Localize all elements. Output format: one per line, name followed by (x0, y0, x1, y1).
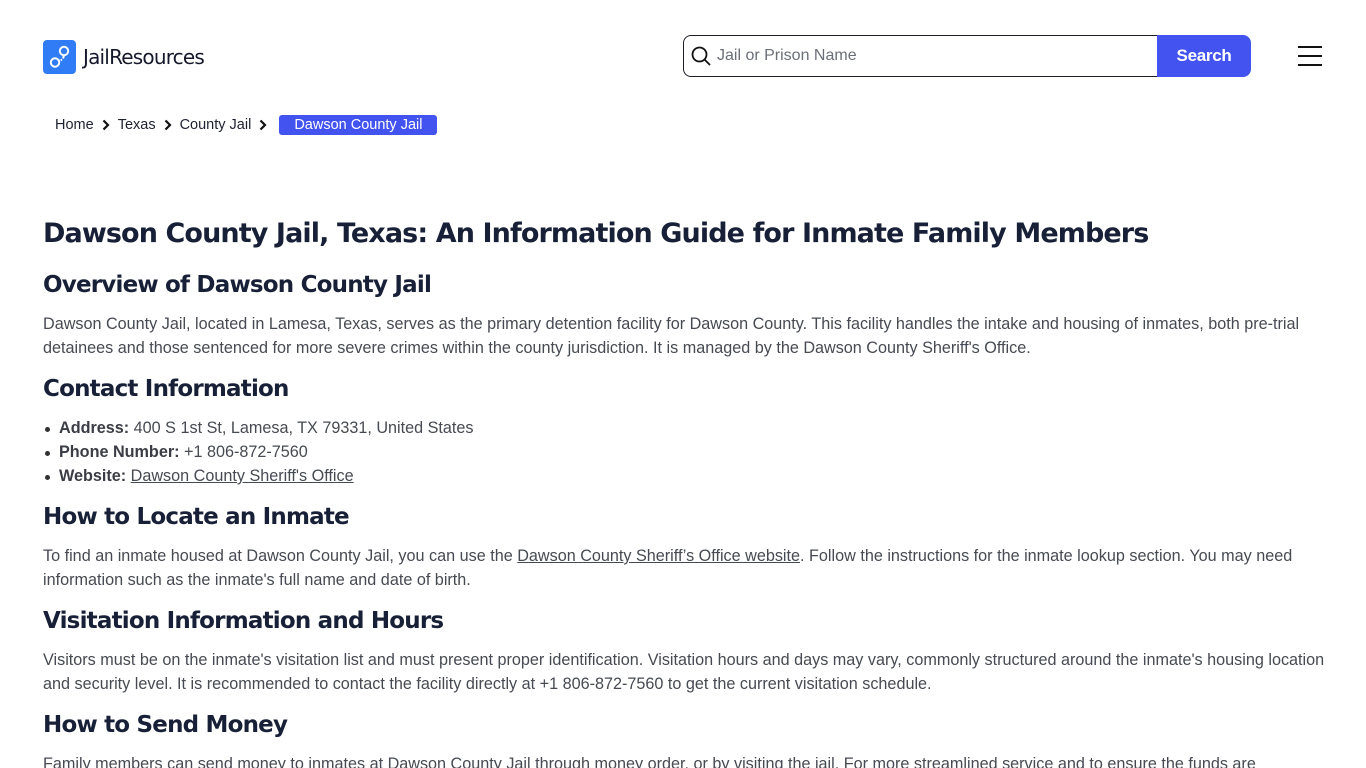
search-input[interactable] (717, 47, 1137, 65)
chevron-right-icon (259, 119, 267, 131)
search-icon (690, 45, 712, 67)
contact-heading: Contact Information (43, 376, 289, 402)
chevron-right-icon (164, 119, 172, 131)
contact-address: Address: 400 S 1st St, Lamesa, TX 79331,… (43, 416, 474, 440)
search-box (683, 35, 1157, 77)
site-logo[interactable]: JailResources (43, 40, 205, 74)
phone-label: Phone Number: (59, 443, 180, 461)
locate-text: To find an inmate housed at Dawson Count… (43, 544, 1328, 592)
contact-list: Address: 400 S 1st St, Lamesa, TX 79331,… (43, 416, 474, 488)
locate-text-before: To find an inmate housed at Dawson Count… (43, 547, 518, 565)
handcuffs-icon (43, 40, 76, 74)
contact-phone: Phone Number: +1 806-872-7560 (43, 440, 474, 464)
menu-line (1298, 55, 1322, 57)
breadcrumb: Home Texas County Jail Dawson County Jai… (55, 114, 438, 136)
phone-value: +1 806-872-7560 (184, 443, 308, 461)
search-form: Search (683, 35, 1251, 77)
contact-website: Website: Dawson County Sheriff's Office (43, 464, 474, 488)
menu-line (1298, 46, 1322, 48)
search-button[interactable]: Search (1157, 35, 1251, 77)
address-value: 400 S 1st St, Lamesa, TX 79331, United S… (133, 419, 474, 437)
breadcrumb-current: Dawson County Jail (279, 115, 438, 135)
locate-heading: How to Locate an Inmate (43, 504, 350, 530)
website-link[interactable]: Dawson County Sheriff's Office (131, 467, 354, 485)
breadcrumb-texas[interactable]: Texas (118, 117, 156, 133)
breadcrumb-home[interactable]: Home (55, 117, 94, 133)
chevron-right-icon (102, 119, 110, 131)
hamburger-menu-icon[interactable] (1296, 44, 1326, 68)
breadcrumb-county-jail[interactable]: County Jail (180, 117, 252, 133)
website-label: Website: (59, 467, 127, 485)
overview-heading: Overview of Dawson County Jail (43, 272, 432, 298)
visitation-text: Visitors must be on the inmate's visitat… (43, 651, 1325, 693)
logo-text: JailResources (83, 45, 205, 69)
site-header: JailResources Search (0, 0, 1366, 110)
visitation-heading: Visitation Information and Hours (43, 608, 444, 634)
overview-text: Dawson County Jail, located in Lamesa, T… (43, 315, 1300, 357)
page-title: Dawson County Jail, Texas: An Informatio… (43, 218, 1149, 249)
money-text: Family members can send money to inmates… (43, 755, 1256, 768)
sheriff-website-link[interactable]: Dawson County Sheriff’s Office website (517, 547, 800, 565)
address-label: Address: (59, 419, 130, 437)
money-heading: How to Send Money (43, 712, 288, 738)
menu-line (1298, 64, 1322, 66)
